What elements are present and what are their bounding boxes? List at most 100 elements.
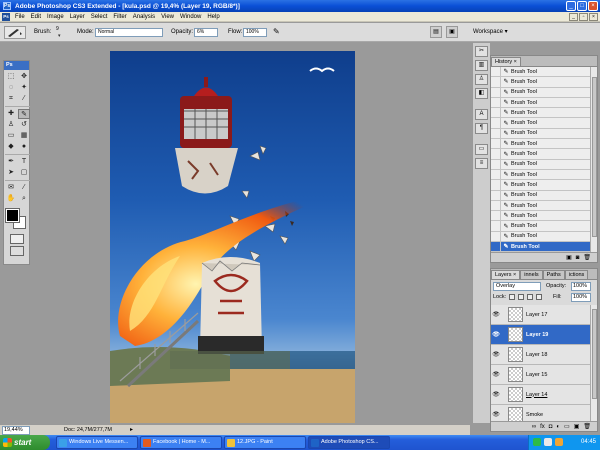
layer-name[interactable]: Layer 15 [526,372,547,378]
history-source-checkbox[interactable] [491,200,501,211]
tab-layers[interactable]: Layers × [491,270,521,279]
history-item[interactable]: ✎ Brush Tool [491,242,591,253]
history-item[interactable]: ✎ Brush Tool [491,97,591,109]
history-item[interactable]: ✎ Brush Tool [491,108,591,119]
history-brush-tool-icon[interactable]: ↺ [18,120,30,130]
info-icon[interactable]: ≡ [475,158,488,169]
layer-thumbnail[interactable] [508,327,523,342]
gradient-tool-icon[interactable]: ▦ [18,131,30,141]
tab-paths[interactable]: Paths [542,270,565,279]
visibility-eye-icon[interactable]: 👁 [491,351,501,358]
layer-row[interactable]: 👁 Smoke [491,405,591,422]
history-item[interactable]: ✎ Brush Tool [491,180,591,191]
layer-opacity-field[interactable]: 100% [571,282,591,291]
layer-mask-icon[interactable]: ◘ [549,422,553,431]
blend-mode-select[interactable]: Overlay [493,282,541,291]
clone-source-icon[interactable]: ♙ [475,74,488,85]
minimize-button[interactable]: _ [566,1,576,11]
opacity-field[interactable]: 6% [194,28,218,37]
visibility-eye-icon[interactable]: 👁 [491,331,501,338]
history-item[interactable]: ✎ Brush Tool [491,87,591,98]
history-source-checkbox[interactable] [491,118,501,128]
history-scrollbar[interactable] [590,67,597,253]
history-source-checkbox[interactable] [491,221,501,231]
lock-pixels-icon[interactable] [518,294,524,300]
brushes-icon[interactable]: ▥ [475,60,488,71]
menu-select[interactable]: Select [88,14,111,20]
history-item[interactable]: ✎ Brush Tool [491,200,591,212]
navigator-icon[interactable]: ◧ [475,88,488,99]
document-icon[interactable]: Ps [2,12,10,21]
fill-field[interactable]: 100% [571,293,591,302]
network-icon[interactable] [533,438,541,446]
character-icon[interactable]: A [475,109,488,120]
file-browser-icon[interactable]: ▤ [430,26,442,38]
tab-history[interactable]: History × [491,57,521,66]
eyedropper-tool-icon[interactable]: ⁄ [18,183,30,193]
history-source-checkbox[interactable] [491,159,501,169]
layer-row[interactable]: 👁 Layer 18 [491,345,591,365]
blur-tool-icon[interactable]: ◆ [5,142,17,152]
chevron-right-icon[interactable]: ▸ [130,426,133,433]
canvas-area[interactable] [32,43,464,424]
layer-thumbnail[interactable] [508,347,523,362]
clone-stamp-tool-icon[interactable]: ♙ [5,120,17,130]
layer-row[interactable]: 👁 Layer 14 [491,385,591,405]
type-tool-icon[interactable]: T [18,157,30,167]
hand-tool-icon[interactable]: ✋ [5,194,17,204]
menu-edit[interactable]: Edit [28,14,44,20]
airbrush-icon[interactable]: ✎ [273,27,280,36]
history-source-checkbox[interactable] [491,77,501,87]
volume-icon[interactable] [544,438,552,446]
history-item[interactable]: ✎ Brush Tool [491,128,591,140]
history-source-checkbox[interactable] [491,190,501,200]
layer-row[interactable]: 👁 Layer 17 [491,305,591,325]
messenger-icon[interactable] [555,438,563,446]
crop-tool-icon[interactable]: ⌗ [5,94,17,104]
menu-view[interactable]: View [158,14,177,20]
visibility-eye-icon[interactable]: 👁 [491,371,501,378]
lock-transparency-icon[interactable] [509,294,515,300]
screen-mode-button[interactable] [9,246,24,256]
layer-row[interactable]: 👁 Layer 19 [491,325,591,345]
layer-thumbnail[interactable] [508,307,523,322]
menu-file[interactable]: File [12,14,28,20]
history-source-checkbox[interactable] [491,139,501,149]
doc-minimize-button[interactable]: _ [569,13,578,21]
document-image[interactable] [110,51,355,423]
adjustment-layer-icon[interactable]: ◐ [556,422,560,431]
history-source-checkbox[interactable] [491,149,501,159]
menu-analysis[interactable]: Analysis [130,14,158,20]
history-item[interactable]: ✎ Brush Tool [491,211,591,222]
zoom-field[interactable]: 19,44% [2,426,30,435]
menu-image[interactable]: Image [44,14,67,20]
layer-thumbnail[interactable] [508,407,523,422]
trash-icon[interactable]: 🗑 [583,422,591,431]
notes-tool-icon[interactable]: ✉ [5,183,17,193]
healing-brush-tool-icon[interactable]: ✚ [5,109,17,119]
history-item[interactable]: ✎ Brush Tool [491,118,591,129]
lock-all-icon[interactable] [536,294,542,300]
history-item[interactable]: ✎ Brush Tool [491,149,591,160]
layer-row[interactable]: 👁 Layer 15 [491,365,591,385]
history-item[interactable]: ✎ Brush Tool [491,159,591,170]
document-info[interactable]: Doc: 24,7M/277,7M [64,426,112,435]
taskbar-button[interactable]: 12.JPG - Paint [224,436,306,449]
zoom-tool-icon[interactable]: ⌕ [18,194,30,204]
camera-icon[interactable]: ▣ [446,26,458,38]
lasso-tool-icon[interactable]: ◌ [5,83,17,93]
layer-name[interactable]: Layer 14 [526,392,547,398]
layer-name[interactable]: Layer 17 [526,312,547,318]
pen-tool-icon[interactable]: ✒ [5,157,17,167]
taskbar-button[interactable]: Adobe Photoshop CS... [308,436,390,449]
layer-name[interactable]: Layer 18 [526,352,547,358]
history-source-checkbox[interactable] [491,242,501,252]
maximize-button[interactable]: □ [577,1,587,11]
history-source-checkbox[interactable] [491,87,501,97]
chevron-down-icon[interactable]: ▾ [58,33,61,39]
link-layers-icon[interactable]: ∞ [532,422,536,431]
history-source-checkbox[interactable] [491,211,501,221]
taskbar-button[interactable]: Windows Live Messen... [56,436,138,449]
mode-select[interactable]: Normal [95,28,163,37]
layer-style-icon[interactable]: fx [540,422,545,431]
